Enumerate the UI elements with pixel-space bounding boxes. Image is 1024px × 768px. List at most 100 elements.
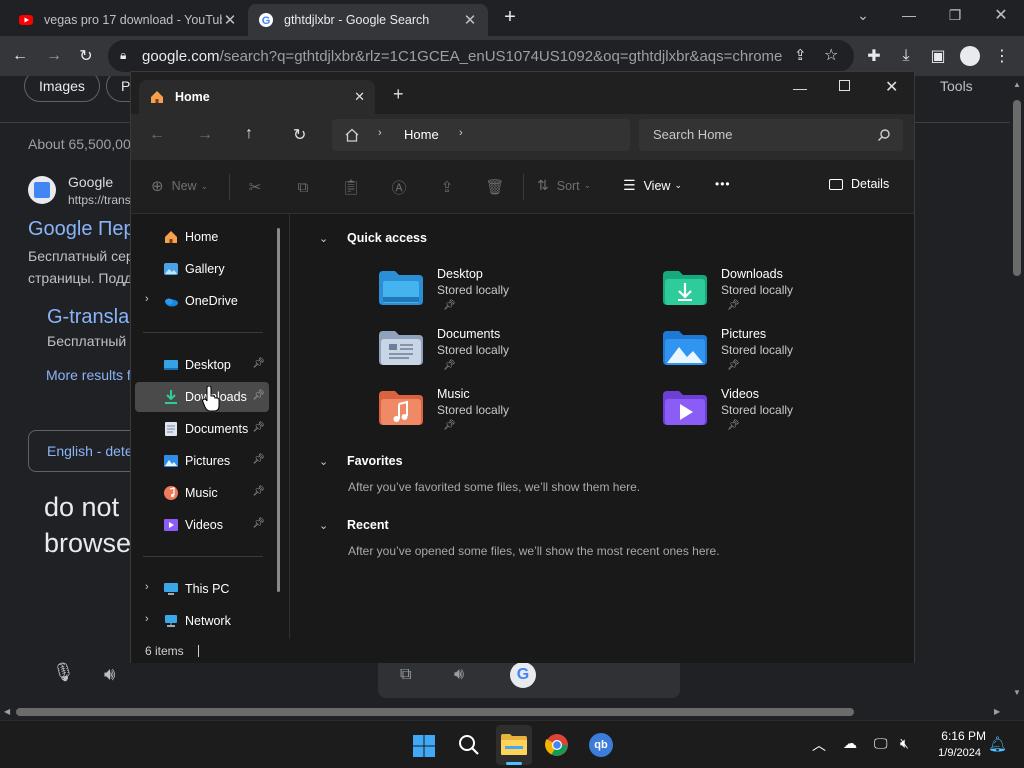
explorer-tab-home[interactable]: Home ✕ (139, 80, 375, 114)
scroll-down-arrow-icon[interactable]: ▼ (1013, 688, 1021, 697)
chevron-right-icon[interactable]: › (378, 127, 382, 139)
delete-icon[interactable]: 🗑︎ (485, 177, 505, 197)
sidebar-item-home[interactable]: Home (135, 222, 269, 252)
tab-youtube[interactable]: vegas pro 17 download - YouTub ✕ (8, 4, 248, 36)
quick-access-downloads[interactable]: Downloads Stored locally 📌︎ (663, 267, 923, 323)
pin-icon[interactable]: 📌︎ (252, 390, 265, 401)
section-recent[interactable]: ⌄ Recent (319, 518, 389, 532)
tools-button[interactable]: Tools (940, 78, 973, 94)
volume-muted-icon[interactable]: 🔇︎ (900, 735, 909, 752)
url-text[interactable]: google.com/search?q=gthtdjlxbr&rlz=1C1GC… (142, 48, 782, 65)
more-options-button[interactable]: ••• (715, 177, 731, 191)
sidebar-item-gallery[interactable]: Gallery (135, 254, 269, 284)
minimize-icon[interactable]: — (793, 80, 807, 96)
qbittorrent-icon[interactable]: qb (589, 733, 613, 757)
close-window-icon[interactable]: ✕ (978, 0, 1024, 30)
chrome-icon[interactable] (545, 733, 569, 757)
download-icon[interactable]: ⤓ (894, 44, 918, 68)
omnibox[interactable]: 🔒︎ google.com/search?q=gthtdjlxbr&rlz=1C… (108, 40, 854, 72)
sidebar-item-documents[interactable]: Documents 📌︎ (135, 414, 269, 444)
view-button[interactable]: ☰ View ⌄ (623, 177, 682, 194)
search-icon[interactable] (877, 128, 891, 142)
quick-access-documents[interactable]: Documents Stored locally 📌︎ (379, 327, 639, 383)
sidebar-item-pictures[interactable]: Pictures 📌︎ (135, 446, 269, 476)
sidebar-item-network[interactable]: › Network (135, 606, 269, 636)
close-tab-icon[interactable]: ✕ (354, 89, 365, 105)
clock-time[interactable]: 6:16 PM (920, 729, 986, 743)
section-favorites[interactable]: ⌄ Favorites (319, 454, 403, 468)
scroll-left-arrow-icon[interactable]: ◀ (4, 707, 10, 716)
pin-icon[interactable]: 📌︎ (252, 486, 265, 497)
restore-icon[interactable]: ❐ (932, 0, 978, 30)
quick-access-music[interactable]: Music Stored locally 📌︎ (379, 387, 639, 443)
clock-date[interactable]: 1/9/2024 (920, 747, 981, 759)
chevron-right-icon[interactable]: › (459, 127, 463, 139)
chip-images[interactable]: Images (24, 76, 100, 102)
maximize-icon[interactable] (839, 80, 850, 91)
network-status-icon[interactable]: 🖵︎ (874, 735, 888, 752)
minimize-icon[interactable]: — (886, 0, 932, 30)
pin-icon[interactable]: 📌︎ (252, 518, 265, 529)
reload-icon[interactable]: ↻ (74, 44, 98, 68)
show-hidden-icons-chevron-icon[interactable]: ︿ (812, 735, 826, 755)
profile-avatar[interactable] (958, 44, 982, 68)
more-results-link[interactable]: More results f (46, 367, 131, 383)
close-window-icon[interactable]: ✕ (885, 77, 898, 97)
quick-access-videos[interactable]: Videos Stored locally 📌︎ (663, 387, 923, 443)
refresh-icon[interactable]: ↻ (293, 125, 306, 145)
pin-icon[interactable]: 📌︎ (252, 422, 265, 433)
google-g-icon[interactable]: G (510, 662, 536, 688)
chevron-down-icon[interactable]: ⌄ (319, 232, 333, 245)
extensions-icon[interactable]: ✚ (862, 44, 886, 68)
quick-access-desktop[interactable]: Desktop Stored locally 📌︎ (379, 267, 639, 323)
sidebar-scrollbar[interactable] (277, 228, 280, 592)
new-button[interactable]: ⊕ New ⌄ (151, 177, 208, 195)
chevron-down-icon[interactable]: ⌄ (319, 519, 333, 532)
sidebar-item-videos[interactable]: Videos 📌︎ (135, 510, 269, 540)
scroll-thumb[interactable] (16, 708, 854, 716)
speaker-icon[interactable]: 🔊︎ (104, 664, 115, 685)
taskbar-file-explorer[interactable] (496, 725, 532, 765)
speaker-icon[interactable]: 🔊︎ (454, 666, 464, 684)
pin-icon[interactable]: 📌︎ (252, 358, 265, 369)
sidebar-item-onedrive[interactable]: › OneDrive (135, 286, 269, 316)
sidebar-item-this-pc[interactable]: › This PC (135, 574, 269, 604)
paste-icon[interactable]: 📋︎ (341, 177, 361, 197)
onedrive-status-icon[interactable]: ☁︎ (843, 735, 857, 752)
chevron-right-icon[interactable]: › (145, 613, 149, 625)
result-title[interactable]: Google Пер (28, 218, 135, 241)
rename-icon[interactable]: Ⓐ (389, 177, 409, 197)
tab-google-search[interactable]: G gthtdjlxbr - Google Search ✕ (248, 4, 488, 36)
scroll-right-arrow-icon[interactable]: ▶ (994, 707, 1000, 716)
bookmark-star-icon[interactable]: ☆ (824, 45, 838, 65)
new-tab-button[interactable]: + (498, 6, 522, 30)
translate-input-text[interactable]: do not (44, 492, 119, 523)
scroll-up-arrow-icon[interactable]: ▲ (1013, 80, 1021, 89)
details-button[interactable]: Details (829, 177, 889, 191)
tab-search-icon[interactable]: ⌄ (840, 0, 886, 30)
section-quick-access[interactable]: ⌄ Quick access (319, 231, 427, 245)
search-icon[interactable] (458, 734, 480, 756)
pin-icon[interactable]: 📌︎ (252, 454, 265, 465)
result-url[interactable]: https://trans (68, 193, 131, 207)
new-tab-button[interactable]: + (393, 84, 404, 105)
close-tab-icon[interactable]: ✕ (462, 11, 478, 29)
forward-icon[interactable]: → (42, 44, 66, 68)
vertical-scrollbar[interactable]: ▲ ▼ (1010, 76, 1024, 704)
cut-icon[interactable]: ✂ (245, 177, 265, 197)
side-panel-icon[interactable]: ▣ (926, 44, 950, 68)
horizontal-scrollbar[interactable]: ◀ ▶ (0, 704, 1010, 720)
windows-start-icon[interactable] (412, 734, 436, 758)
lock-icon[interactable]: 🔒︎ (120, 48, 126, 63)
breadcrumb-home[interactable]: Home (404, 127, 439, 142)
address-bar[interactable]: › Home › (332, 119, 630, 151)
search-home-input[interactable]: Search Home (639, 119, 903, 151)
copy-icon[interactable]: ⧉ (400, 666, 411, 684)
quick-access-pictures[interactable]: Pictures Stored locally 📌︎ (663, 327, 923, 383)
sidebar-item-music[interactable]: Music 📌︎ (135, 478, 269, 508)
translate-input-text[interactable]: browse (44, 528, 131, 559)
chevron-down-icon[interactable]: ⌄ (319, 455, 333, 468)
close-tab-icon[interactable]: ✕ (222, 11, 238, 29)
pane-divider[interactable] (289, 214, 290, 639)
share-icon[interactable]: ⇪ (794, 46, 807, 64)
